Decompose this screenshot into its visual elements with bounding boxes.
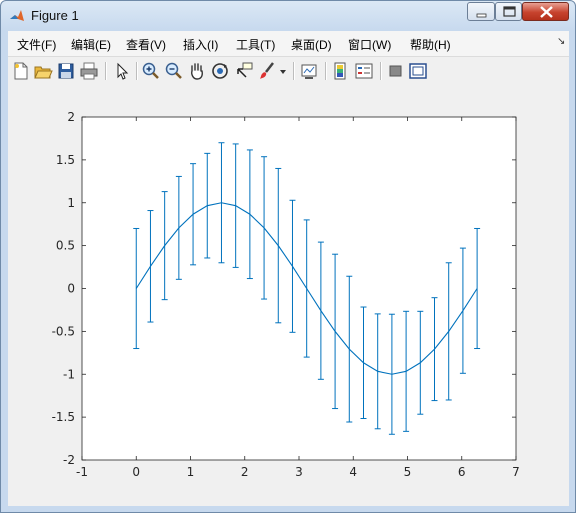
- y-tick-label: 0: [67, 282, 75, 296]
- pan-hand-icon: [191, 63, 203, 80]
- zoom-in-button[interactable]: [141, 61, 161, 81]
- title-bar[interactable]: Figure 1: [1, 1, 575, 31]
- data-cursor-icon: [237, 62, 253, 78]
- axes-background: [81, 116, 517, 461]
- menu-help[interactable]: 帮助(H): [410, 36, 451, 53]
- new-figure-button[interactable]: [11, 61, 31, 81]
- colorbar-icon: [334, 62, 346, 80]
- minimize-icon: [476, 13, 487, 18]
- x-tick-label: 7: [512, 465, 520, 479]
- menu-view[interactable]: 查看(V): [126, 36, 166, 53]
- y-tick-label: 0.5: [56, 239, 75, 253]
- data-cursor-button[interactable]: [234, 61, 254, 81]
- maximize-icon: [503, 6, 516, 17]
- menu-bar: 文件(F) 编辑(E) 查看(V) 插入(I) 工具(T) 桌面(D) 窗口(W…: [8, 31, 569, 56]
- show-plot-tools-icon: [409, 63, 427, 79]
- x-tick-label: 2: [241, 465, 249, 479]
- edit-plot-button[interactable]: [111, 61, 131, 81]
- x-tick-label: 4: [349, 465, 357, 479]
- y-tick-label: -0.5: [52, 324, 75, 338]
- edit-plot-arrow-icon: [117, 62, 129, 80]
- figure-canvas: -1 0 1 2 3 4 5 6 7 2 1.5 1 0.5 0 -0.5 -1 -1.5 -2: [8, 85, 569, 506]
- save-button[interactable]: [56, 61, 76, 81]
- figure-toolbar: [8, 56, 569, 86]
- save-icon: [58, 63, 74, 79]
- legend-button[interactable]: [354, 61, 374, 81]
- menu-edit[interactable]: 编辑(E): [71, 36, 111, 53]
- pan-button[interactable]: [187, 61, 207, 81]
- toolbar-separator: [136, 62, 138, 80]
- menu-window[interactable]: 窗口(W): [348, 36, 391, 53]
- brush-icon: [260, 62, 274, 79]
- window-title: Figure 1: [31, 8, 79, 23]
- hide-plot-tools-button[interactable]: [386, 61, 406, 81]
- dock-arrow-icon[interactable]: ↘: [557, 36, 565, 47]
- y-tick-label: 2: [67, 110, 75, 124]
- y-tick-label: 1.5: [56, 153, 75, 167]
- brush-dropdown-button[interactable]: [278, 61, 288, 81]
- x-tick-label: 0: [132, 465, 140, 479]
- link-plot-button[interactable]: [299, 61, 319, 81]
- x-tick-label: 3: [295, 465, 303, 479]
- colorbar-button[interactable]: [331, 61, 351, 81]
- zoom-out-button[interactable]: [164, 61, 184, 81]
- legend-icon: [355, 63, 373, 79]
- menu-insert[interactable]: 插入(I): [183, 36, 218, 53]
- dropdown-arrow-icon: [280, 70, 286, 74]
- print-icon: [80, 62, 98, 80]
- menu-tools[interactable]: 工具(T): [236, 36, 275, 53]
- y-tick-label: 1: [67, 196, 75, 210]
- zoom-in-icon: [142, 62, 159, 79]
- figure-client-area: 文件(F) 编辑(E) 查看(V) 插入(I) 工具(T) 桌面(D) 窗口(W…: [8, 31, 569, 506]
- menu-file[interactable]: 文件(F): [17, 36, 56, 53]
- x-tick-label: -1: [76, 465, 88, 479]
- toolbar-separator: [293, 62, 295, 80]
- toolbar-separator: [380, 62, 382, 80]
- new-figure-icon: [14, 62, 28, 80]
- brush-button[interactable]: [258, 61, 278, 81]
- open-file-button[interactable]: [33, 61, 53, 81]
- close-button[interactable]: [522, 2, 569, 21]
- x-tick-label: 6: [458, 465, 466, 479]
- y-tick-label: -1.5: [52, 410, 75, 424]
- show-plot-tools-button[interactable]: [408, 61, 428, 81]
- zoom-out-icon: [165, 62, 182, 79]
- print-button[interactable]: [79, 61, 99, 81]
- y-tick-label: -2: [63, 453, 75, 467]
- figure-window: Figure 1 文件(F) 编辑(E) 查看(V) 插入(I) 工具(T) 桌…: [0, 0, 576, 513]
- rotate-3d-button[interactable]: [210, 61, 230, 81]
- hide-plot-tools-icon: [389, 65, 402, 77]
- matlab-app-icon: [10, 10, 24, 21]
- rotate-3d-icon: [212, 63, 228, 79]
- link-plot-icon: [301, 64, 317, 79]
- x-tick-label: 1: [187, 465, 195, 479]
- axes-plot[interactable]: -1 0 1 2 3 4 5 6 7 2 1.5 1 0.5 0 -0.5 -1 -1.5 -2: [8, 85, 569, 506]
- toolbar-separator: [105, 62, 107, 80]
- x-tick-label: 5: [404, 465, 412, 479]
- open-file-icon: [34, 66, 53, 79]
- y-tick-label: -1: [63, 367, 75, 381]
- menu-desktop[interactable]: 桌面(D): [291, 36, 332, 53]
- close-icon: [540, 6, 553, 18]
- maximize-button[interactable]: [495, 2, 522, 21]
- minimize-button[interactable]: [467, 2, 495, 21]
- toolbar-separator: [325, 62, 327, 80]
